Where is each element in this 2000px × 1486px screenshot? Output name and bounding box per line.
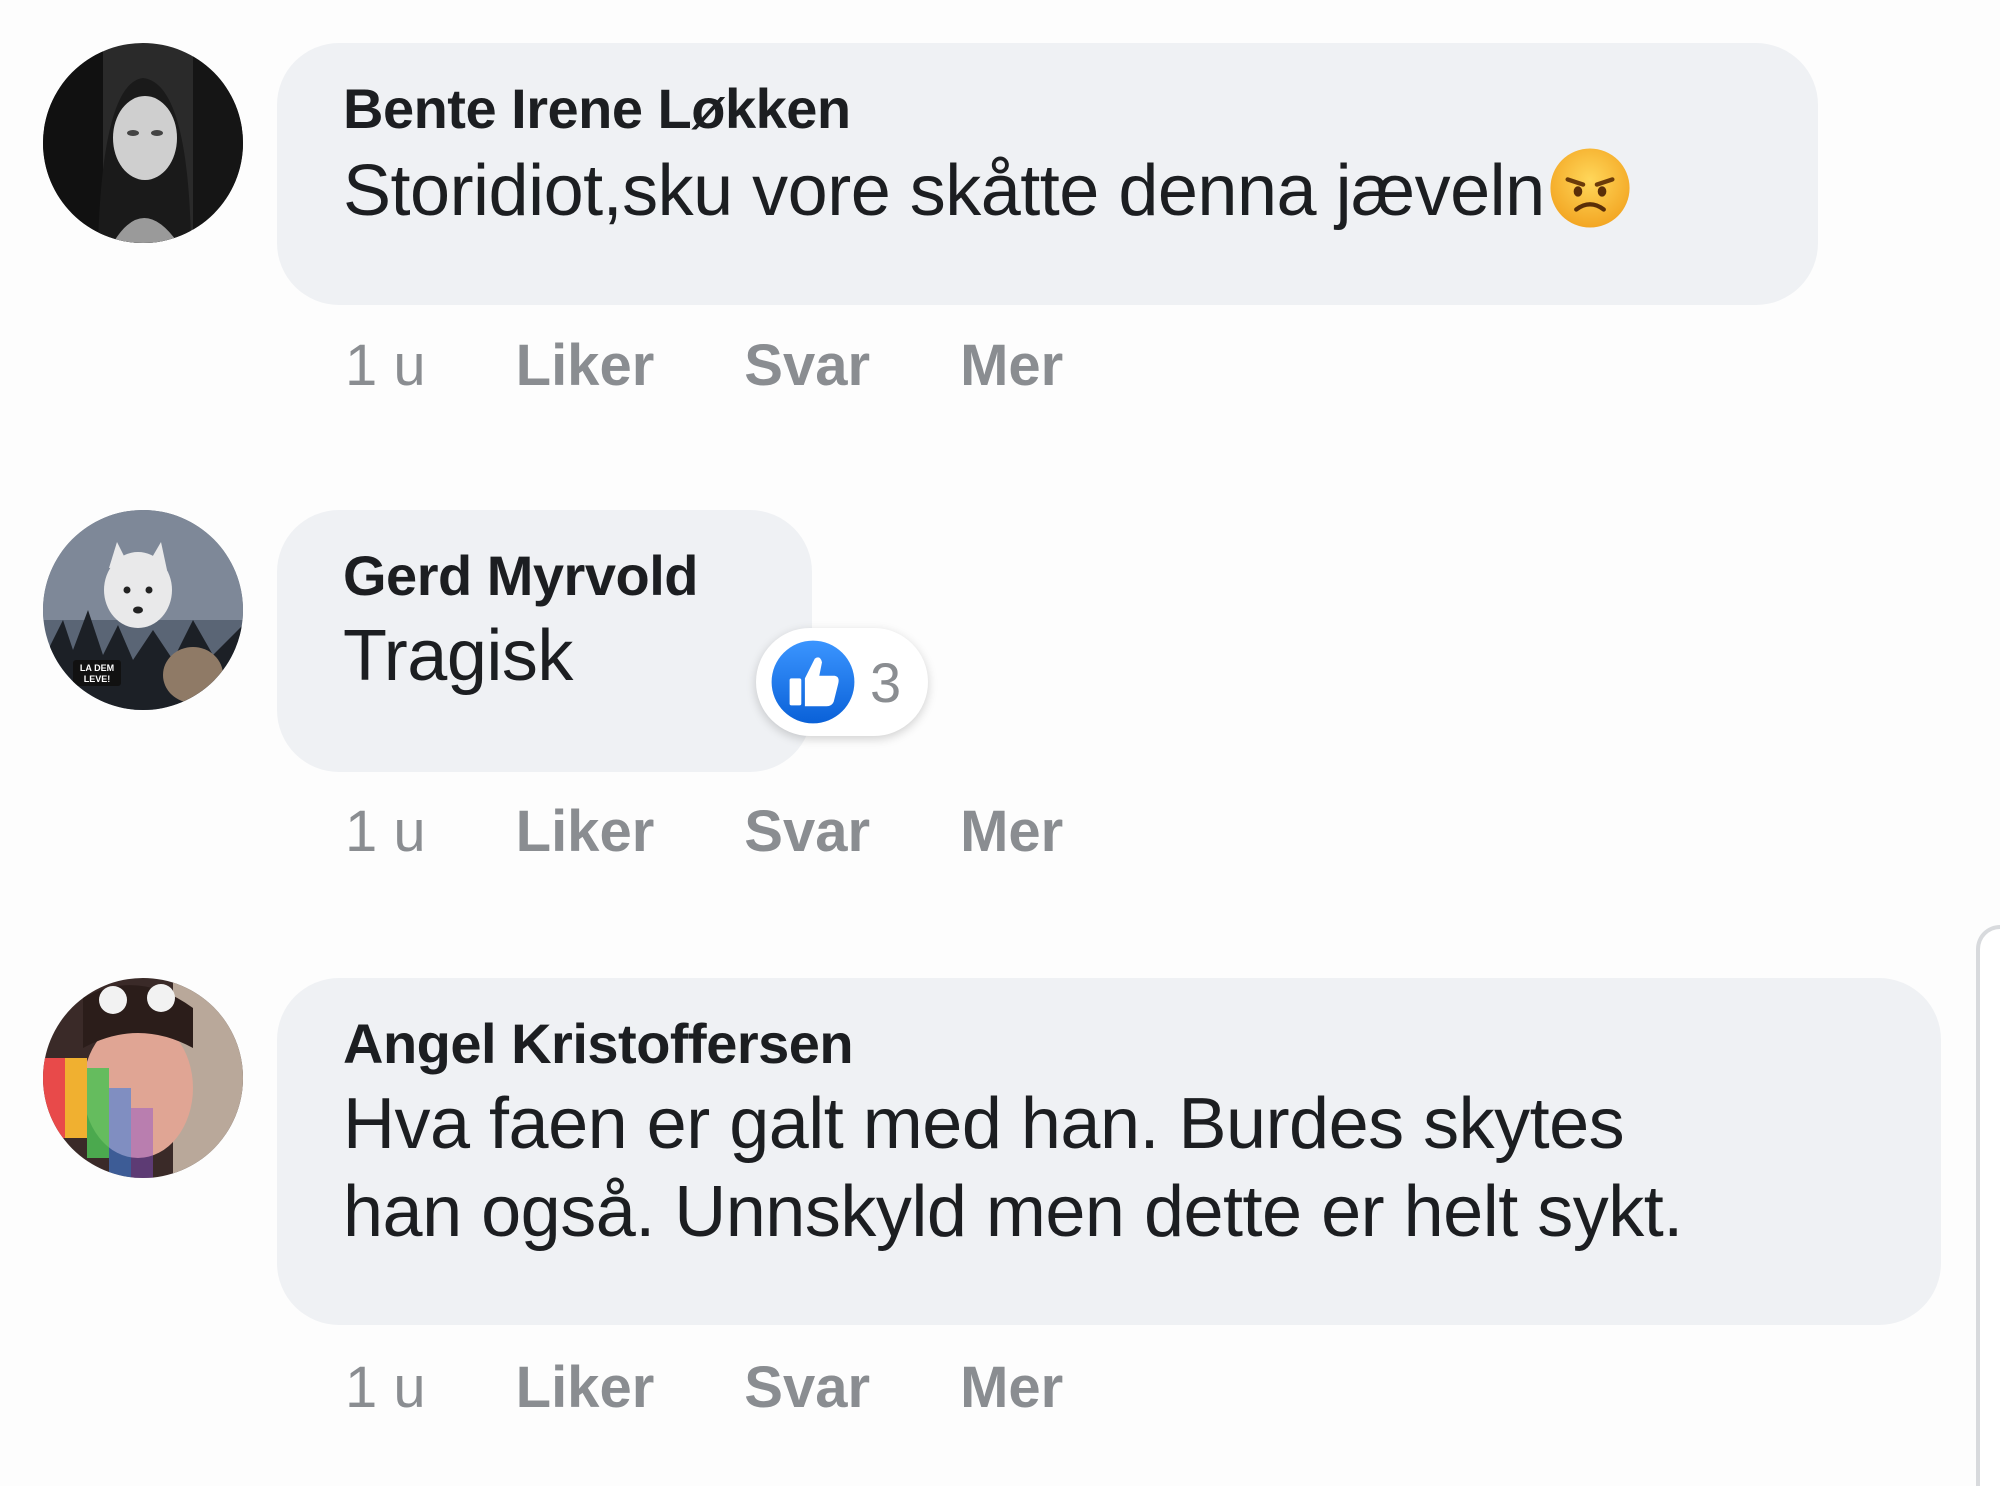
comment-text-line-1: Hva faen er galt med han. Burdes skytes xyxy=(343,1084,1625,1164)
avatar[interactable]: LA DEM LEVE! xyxy=(43,510,243,710)
comment-timestamp[interactable]: 1 u xyxy=(345,332,426,399)
comment-actions: 1 u Liker Svar Mer xyxy=(345,325,1153,405)
comment-bubble: Angel Kristoffersen Hva faen er galt med… xyxy=(277,978,1941,1325)
comment-author[interactable]: Gerd Myrvold xyxy=(343,540,746,612)
avatar[interactable] xyxy=(43,43,243,243)
like-button[interactable]: Liker xyxy=(516,798,655,865)
svg-text:LEVE!: LEVE! xyxy=(84,674,111,684)
like-button[interactable]: Liker xyxy=(516,332,655,399)
comment-bubble: Bente Irene Løkken Storidiot,sku vore sk… xyxy=(277,43,1818,305)
side-panel-edge xyxy=(1976,925,2000,1486)
comment-timestamp[interactable]: 1 u xyxy=(345,1354,426,1421)
avatar[interactable] xyxy=(43,978,243,1178)
comment-bubble: Gerd Myrvold Tragisk xyxy=(277,510,812,772)
reply-button[interactable]: Svar xyxy=(744,332,870,399)
comment-author[interactable]: Angel Kristoffersen xyxy=(343,1008,1875,1080)
comment-text-line-2: han også. Unnskyld men dette er helt syk… xyxy=(343,1172,1683,1252)
more-button[interactable]: Mer xyxy=(960,798,1063,865)
svg-text:LA DEM: LA DEM xyxy=(80,663,114,673)
more-button[interactable]: Mer xyxy=(960,1354,1063,1421)
comment-text: Tragisk xyxy=(343,616,573,696)
reaction-count: 3 xyxy=(870,650,902,714)
more-button[interactable]: Mer xyxy=(960,332,1063,399)
comment-text: Storidiot,sku vore skåtte denna jæveln xyxy=(343,145,1752,235)
comment-author[interactable]: Bente Irene Løkken xyxy=(343,73,1752,145)
reply-button[interactable]: Svar xyxy=(744,798,870,865)
like-button[interactable]: Liker xyxy=(516,1354,655,1421)
reply-button[interactable]: Svar xyxy=(744,1354,870,1421)
comment-actions: 1 u Liker Svar Mer xyxy=(345,1347,1153,1427)
thumbs-up-icon xyxy=(771,640,855,724)
comment-timestamp[interactable]: 1 u xyxy=(345,798,426,865)
comment-actions: 1 u Liker Svar Mer xyxy=(345,791,1153,871)
reaction-summary[interactable]: 3 xyxy=(756,628,928,736)
angry-face-emoji xyxy=(1550,148,1630,228)
comment-thread: Bente Irene Løkken Storidiot,sku vore sk… xyxy=(0,0,2000,1486)
